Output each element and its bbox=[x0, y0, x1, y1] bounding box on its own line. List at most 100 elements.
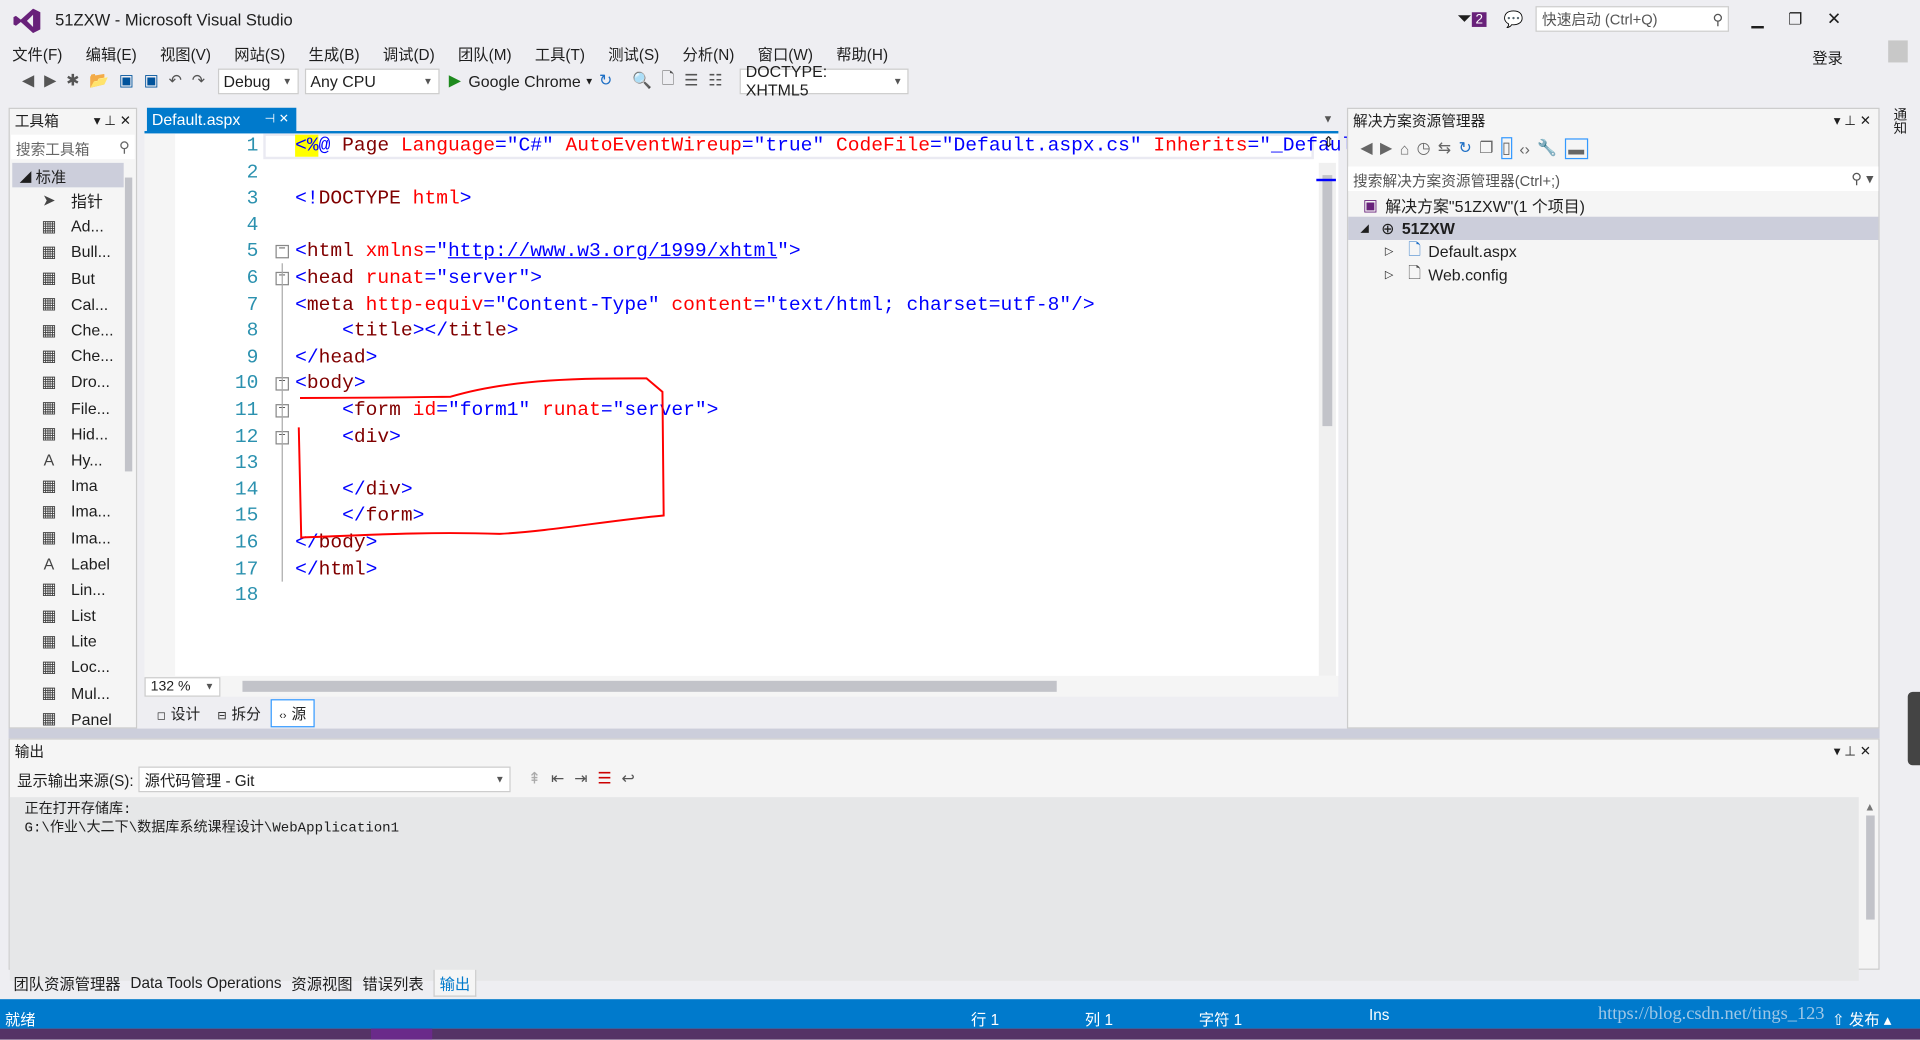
expanded-icon[interactable]: ◢ bbox=[1360, 222, 1368, 235]
forward-icon[interactable]: ▶ bbox=[44, 71, 56, 91]
toolbox-item[interactable]: ▦ But bbox=[10, 265, 136, 291]
file-node[interactable]: ▷ 🗋 Default.aspx bbox=[1348, 239, 1878, 263]
open-file-icon[interactable]: 📂 bbox=[89, 71, 109, 91]
start-debug-button[interactable]: ▶ bbox=[449, 71, 461, 91]
toolbox-item[interactable]: A Label bbox=[10, 551, 136, 577]
toolbox-item[interactable]: ▦ Hid... bbox=[10, 421, 136, 447]
toolbox-item[interactable]: ▦ Dro... bbox=[10, 369, 136, 395]
view-tab-source[interactable]: ‹› 源 bbox=[270, 698, 315, 727]
bottom-tab[interactable]: 资源视图 bbox=[291, 971, 352, 994]
toolbox-scrollbar[interactable] bbox=[124, 177, 133, 472]
toolbox-item[interactable]: ▦ Cal... bbox=[10, 291, 136, 317]
toolbox-item[interactable]: ▦ Bull... bbox=[10, 239, 136, 265]
account-avatar[interactable] bbox=[1888, 40, 1908, 63]
menu-item[interactable]: 调试(D) bbox=[383, 42, 435, 65]
document-icon[interactable]: 🗋 bbox=[662, 67, 675, 94]
toolbox-item[interactable]: ▦ Ima... bbox=[10, 499, 136, 525]
view-tab-split[interactable]: ⊟ 拆分 bbox=[210, 700, 268, 726]
menu-item[interactable]: 网站(S) bbox=[234, 42, 285, 65]
minimize-button[interactable]: ▁ bbox=[1751, 9, 1763, 29]
toolbox-item[interactable]: ▦ Ima... bbox=[10, 525, 136, 551]
output-text[interactable]: 正在打开存储库: G:\作业\大二下\数据库系统课程设计\WebApplicati… bbox=[9, 797, 1859, 981]
solution-node[interactable]: ▣ 解决方案"51ZXW"(1 个项目) bbox=[1348, 193, 1878, 216]
indent-icon[interactable]: ☰ bbox=[684, 71, 698, 91]
file-node[interactable]: ▷ 🗋 Web.config bbox=[1348, 263, 1878, 286]
toolbox-group-standard[interactable]: ◢ 标准 bbox=[12, 162, 124, 188]
menu-item[interactable]: 窗口(W) bbox=[758, 42, 813, 65]
configuration-select[interactable]: Debug ▼ bbox=[217, 67, 299, 94]
editor-vertical-scrollbar[interactable] bbox=[1318, 162, 1336, 676]
history-icon[interactable]: ◷ bbox=[1417, 138, 1431, 158]
quick-launch-input[interactable]: 快速启动 (Ctrl+Q) ⚲ bbox=[1535, 6, 1730, 32]
view-code-icon[interactable]: ‹› bbox=[1519, 139, 1530, 157]
bottom-tab[interactable]: Data Tools Operations bbox=[130, 974, 281, 991]
toolbox-item[interactable]: ▦ Ima bbox=[10, 473, 136, 499]
collapse-all-icon[interactable]: ❐ bbox=[1479, 138, 1493, 158]
login-link[interactable]: 登录 bbox=[1812, 45, 1843, 68]
clear-all-icon[interactable]: ☰ bbox=[597, 769, 611, 789]
find-message-icon[interactable]: ⇞ bbox=[528, 769, 541, 789]
panel-controls[interactable]: ▾ ⊥ ✕ bbox=[94, 113, 131, 129]
toolbox-item[interactable]: ▦ Mul... bbox=[10, 680, 136, 706]
platform-select[interactable]: Any CPU ▼ bbox=[304, 67, 439, 94]
toolbox-item[interactable]: ▦ File... bbox=[10, 395, 136, 421]
properties-icon[interactable]: 🔧 bbox=[1537, 138, 1557, 158]
split-handle[interactable]: ⇕ bbox=[1319, 133, 1339, 157]
word-wrap-icon[interactable]: ↩ bbox=[621, 769, 634, 789]
refresh-icon[interactable]: ↻ bbox=[1459, 138, 1472, 158]
menu-item[interactable]: 文件(F) bbox=[12, 42, 62, 65]
panel-controls[interactable]: ▾ ⊥ ✕ bbox=[1834, 743, 1871, 759]
bottom-tab[interactable]: 团队资源管理器 bbox=[13, 971, 120, 994]
expand-icon[interactable]: ▷ bbox=[1385, 268, 1393, 281]
notification-flag-icon[interactable]: ⏷ bbox=[1457, 9, 1472, 30]
output-source-select[interactable]: 源代码管理 - Git ▼ bbox=[138, 765, 511, 792]
doctype-select[interactable]: DOCTYPE: XHTML5 ▼ bbox=[739, 62, 909, 99]
find-icon[interactable]: 🔍 bbox=[632, 71, 652, 91]
back-icon[interactable]: ◀ bbox=[1360, 138, 1372, 158]
menu-item[interactable]: 编辑(E) bbox=[86, 42, 137, 65]
publish-button[interactable]: ⇧ 发布 ▴ bbox=[1832, 1007, 1892, 1030]
menu-item[interactable]: 视图(V) bbox=[160, 42, 211, 65]
editor-horizontal-scrollbar[interactable] bbox=[242, 680, 1057, 692]
previous-message-icon[interactable]: ⇤ bbox=[551, 769, 564, 789]
code-editor[interactable]: 1 <%@ Page Language="C#" AutoEventWireup=… bbox=[144, 133, 1413, 676]
menu-item[interactable]: 测试(S) bbox=[608, 42, 659, 65]
save-all-icon[interactable]: ▣ bbox=[144, 71, 159, 91]
menu-item[interactable]: 帮助(H) bbox=[836, 42, 888, 65]
toolbox-item[interactable]: ▦ Che... bbox=[10, 317, 136, 343]
run-target[interactable]: Google Chrome bbox=[468, 72, 580, 90]
notification-count[interactable]: 2 bbox=[1471, 11, 1487, 27]
toolbox-item[interactable]: ▦ Lin... bbox=[10, 577, 136, 603]
menu-item[interactable]: 分析(N) bbox=[683, 42, 735, 65]
toolbox-item[interactable]: ▦ List bbox=[10, 602, 136, 628]
undo-icon[interactable]: ↶ bbox=[169, 71, 182, 91]
toolbox-search[interactable]: 搜索工具箱 ⚲ bbox=[11, 134, 135, 160]
menu-item[interactable]: 生成(B) bbox=[309, 42, 360, 65]
format-icon[interactable]: ☷ bbox=[708, 71, 722, 91]
restore-button[interactable]: ❐ bbox=[1788, 9, 1802, 29]
save-icon[interactable]: ▣ bbox=[119, 71, 134, 91]
chevron-down-icon[interactable]: ▼ bbox=[584, 75, 594, 86]
show-all-files-icon[interactable]: ▯ bbox=[1500, 137, 1513, 160]
editor-tab[interactable]: Default.aspx ⊣ ✕ bbox=[146, 107, 297, 132]
toolbox-item[interactable]: ▦ Lite bbox=[10, 628, 136, 654]
forward-icon[interactable]: ▶ bbox=[1380, 138, 1392, 158]
toolbox-item[interactable]: ▦ Loc... bbox=[10, 654, 136, 680]
output-scrollbar[interactable]: ▲ bbox=[1864, 801, 1876, 945]
sync-icon[interactable]: ⇆ bbox=[1438, 138, 1451, 158]
menu-item[interactable]: 团队(M) bbox=[458, 42, 512, 65]
back-icon[interactable]: ◀ bbox=[22, 71, 34, 91]
bottom-tab[interactable]: 错误列表 bbox=[362, 971, 423, 994]
toolbox-item[interactable]: ▦ Panel bbox=[10, 706, 136, 727]
feedback-icon[interactable]: 💬 bbox=[1504, 9, 1524, 29]
home-icon[interactable]: ⌂ bbox=[1400, 139, 1410, 157]
zoom-select[interactable]: 132 % ▼ bbox=[144, 676, 221, 697]
pin-icon[interactable]: ⊣ ✕ bbox=[265, 113, 289, 126]
preview-icon[interactable]: ▬ bbox=[1564, 137, 1588, 159]
expand-icon[interactable]: ▷ bbox=[1385, 245, 1393, 258]
redo-icon[interactable]: ↷ bbox=[192, 71, 205, 91]
project-node[interactable]: ◢ ⊕ 51ZXW bbox=[1348, 216, 1879, 241]
refresh-icon[interactable]: ↻ bbox=[599, 71, 612, 91]
toolbox-item[interactable]: A Hy... bbox=[10, 447, 136, 473]
menu-item[interactable]: 工具(T) bbox=[535, 42, 585, 65]
